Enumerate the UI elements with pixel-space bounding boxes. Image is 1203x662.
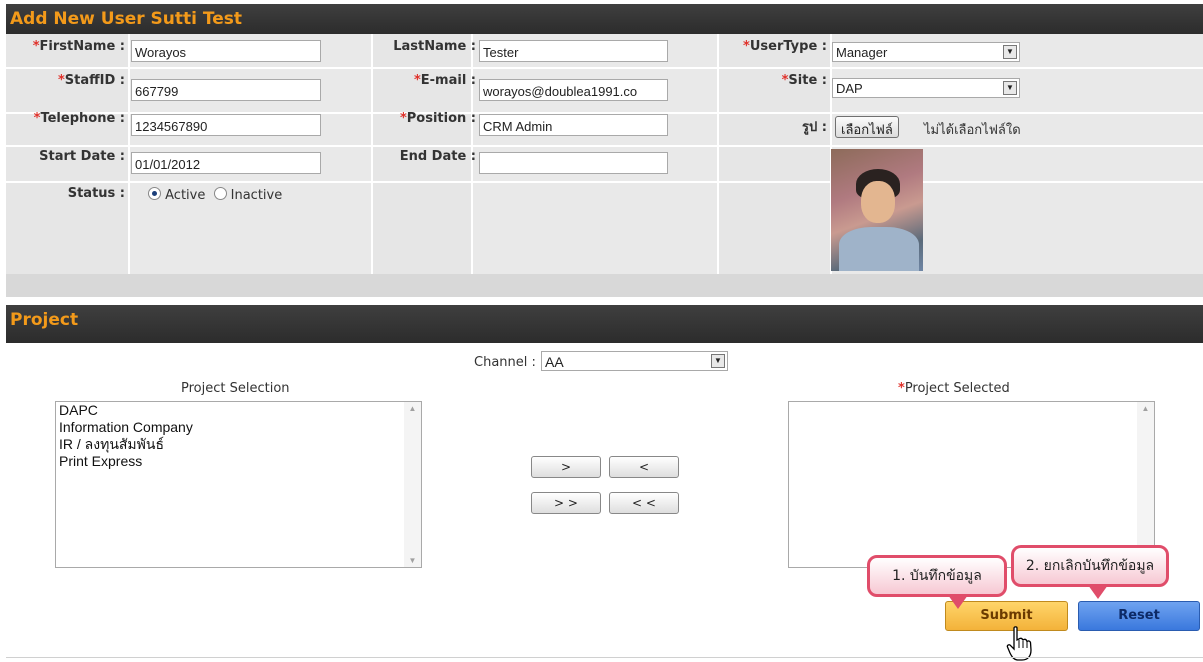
callout-tail: [948, 595, 968, 609]
email-field[interactable]: worayos@doublea1991.co: [479, 79, 668, 101]
list-item[interactable]: Information Company: [56, 419, 421, 436]
lastname-field[interactable]: Tester: [479, 40, 668, 62]
usertype-select[interactable]: Manager ▼: [832, 42, 1020, 62]
callout-tail: [1088, 585, 1108, 599]
firstname-field[interactable]: Worayos: [131, 40, 321, 62]
lastname-label: LastName :: [393, 39, 476, 54]
status-active-radio[interactable]: [148, 187, 161, 200]
move-all-right-button[interactable]: > >: [531, 492, 601, 514]
chevron-down-icon[interactable]: ▼: [711, 354, 725, 368]
project-section-title: Project: [6, 305, 1203, 343]
telephone-field[interactable]: 1234567890: [131, 114, 321, 136]
status-radio-group: Active Inactive: [148, 187, 286, 203]
submit-callout: 1. บันทึกข้อมูล: [867, 555, 1007, 597]
project-selected-title: *Project Selected: [898, 381, 1010, 396]
position-label: *Position :: [399, 111, 476, 126]
list-item[interactable]: IR / ลงทุนสัมพันธ์: [56, 436, 421, 453]
project-selection-title: Project Selection: [181, 381, 290, 396]
position-field[interactable]: CRM Admin: [479, 114, 668, 136]
move-right-button[interactable]: >: [531, 456, 601, 478]
start-date-label: Start Date :: [39, 149, 125, 164]
chevron-down-icon[interactable]: ▼: [1003, 45, 1017, 59]
channel-select[interactable]: AA ▼: [541, 351, 728, 371]
usertype-label: *UserType :: [743, 39, 827, 54]
page-title: Add New User Sutti Test: [6, 4, 1203, 34]
choose-file-button[interactable]: เลือกไฟล์: [835, 116, 899, 138]
site-select[interactable]: DAP ▼: [832, 78, 1020, 98]
status-label: Status :: [67, 186, 125, 201]
reset-button[interactable]: Reset: [1078, 601, 1200, 631]
status-inactive-radio[interactable]: [213, 187, 227, 200]
scrollbar[interactable]: ▲ ▼: [404, 402, 421, 567]
list-item[interactable]: Print Express: [56, 453, 421, 470]
telephone-label: *Telephone :: [33, 111, 125, 126]
project-selection-list[interactable]: DAPC Information Company IR / ลงทุนสัมพั…: [55, 401, 422, 568]
chevron-down-icon[interactable]: ▼: [1003, 81, 1017, 95]
list-item[interactable]: DAPC: [56, 402, 421, 419]
project-selected-list[interactable]: ▲: [788, 401, 1155, 568]
status-inactive-label: Inactive: [230, 188, 283, 203]
photo-label: รูป :: [802, 120, 827, 135]
firstname-label: *FirstName :: [32, 39, 125, 54]
email-label: *E-mail :: [413, 73, 476, 88]
scrollbar[interactable]: ▲: [1137, 402, 1154, 567]
start-date-field[interactable]: 01/01/2012: [131, 152, 321, 174]
channel-label: Channel :: [474, 355, 536, 370]
staffid-field[interactable]: 667799: [131, 79, 321, 101]
no-file-text: ไม่ได้เลือกไฟล์ใด: [924, 123, 1021, 138]
site-label: *Site :: [781, 73, 827, 88]
status-active-label: Active: [165, 188, 206, 203]
move-left-button[interactable]: <: [609, 456, 679, 478]
divider: [6, 657, 1203, 658]
reset-callout: 2. ยกเลิกบันทึกข้อมูล: [1011, 545, 1169, 587]
end-date-label: End Date :: [399, 149, 476, 164]
end-date-field[interactable]: [479, 152, 668, 174]
move-all-left-button[interactable]: < <: [609, 492, 679, 514]
staffid-label: *StaffID :: [57, 73, 125, 88]
user-photo: [831, 149, 923, 271]
